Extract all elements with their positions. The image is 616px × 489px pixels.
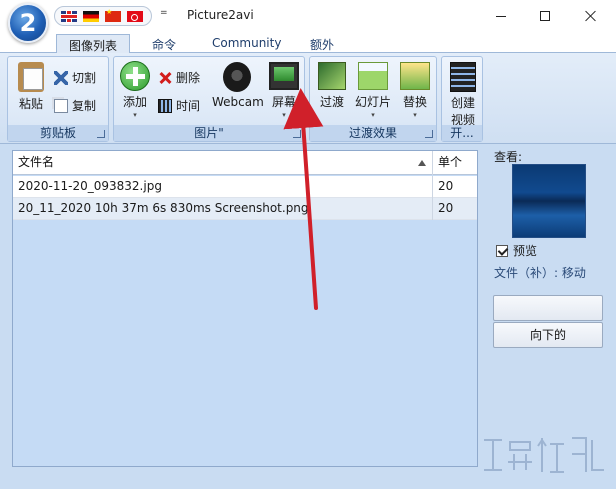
paste-icon xyxy=(18,62,44,92)
paste-label: 粘贴 xyxy=(18,97,43,111)
transition-icon xyxy=(318,62,346,90)
uk-flag-icon[interactable] xyxy=(61,11,77,22)
ribbon: 粘贴 切割 复制 剪贴板 添加 ▾ 删除 时间 Webcam 屏幕 ▾ 图片" … xyxy=(0,53,616,144)
transition-label: 过渡 xyxy=(319,95,344,109)
monitor-icon xyxy=(269,62,299,90)
film-strip-icon xyxy=(450,62,476,92)
table-row[interactable]: 20_11_2020 10h 37m 6s 830ms Screenshot.p… xyxy=(13,198,477,220)
time-button[interactable]: 时间 xyxy=(158,97,200,114)
maximize-icon xyxy=(540,11,550,21)
watermark-logo xyxy=(484,437,604,473)
create-video-button[interactable]: 创建 视频 xyxy=(446,62,480,128)
file-info-text: 文件（补）: 移动 xyxy=(494,266,586,280)
screen-label: 屏幕 xyxy=(271,95,296,109)
ribbon-tabs: 图像列表 命令 Community 额外 xyxy=(0,32,616,53)
slideshow-button[interactable]: 幻灯片 ▾ xyxy=(352,62,394,119)
copy-icon xyxy=(54,98,68,113)
cut-button[interactable]: 切割 xyxy=(54,69,96,86)
webcam-button[interactable]: Webcam xyxy=(212,62,264,109)
quick-access-menu-icon[interactable]: = xyxy=(160,8,168,18)
clipboard-group: 粘贴 切割 复制 剪贴板 xyxy=(7,56,109,142)
chinese-flag-icon[interactable] xyxy=(105,8,121,22)
pictures-group-label: 图片" xyxy=(114,125,304,141)
blank-button[interactable] xyxy=(493,295,603,321)
preview-checkbox[interactable] xyxy=(496,244,508,257)
create-video-label-line1: 创建 xyxy=(450,96,475,110)
preview-thumbnail xyxy=(512,164,586,238)
replace-label: 替换 xyxy=(402,95,427,109)
replace-button[interactable]: 替换 ▾ xyxy=(396,62,434,119)
time-label: 时间 xyxy=(176,99,201,113)
column-filename[interactable]: 文件名 xyxy=(13,151,433,175)
row-count: 20 xyxy=(438,201,454,215)
tab-community[interactable]: Community xyxy=(200,34,293,53)
app-logo-text: 2 xyxy=(19,9,37,37)
column-count[interactable]: 单个 xyxy=(433,151,477,175)
app-menu-orb[interactable]: 2 xyxy=(8,3,48,43)
german-flag-icon[interactable] xyxy=(83,11,99,22)
delete-label: 删除 xyxy=(176,71,201,85)
slideshow-icon xyxy=(358,62,388,90)
replace-icon xyxy=(400,62,430,90)
slideshow-dropdown-icon: ▾ xyxy=(371,111,375,119)
move-down-button[interactable]: 向下的 xyxy=(493,322,603,348)
cut-label: 切割 xyxy=(72,71,97,85)
pictures-group: 添加 ▾ 删除 时间 Webcam 屏幕 ▾ 图片" xyxy=(113,56,305,142)
minimize-button[interactable] xyxy=(478,0,524,32)
file-list-header: 文件名 单个 xyxy=(13,151,477,175)
close-icon xyxy=(585,10,597,22)
film-icon xyxy=(158,98,172,113)
webcam-icon xyxy=(223,62,251,92)
pictures-launcher-icon[interactable] xyxy=(293,130,301,138)
delete-icon xyxy=(158,71,172,85)
transitions-group: 过渡 幻灯片 ▾ 替换 ▾ 过渡效果 xyxy=(309,56,437,142)
paste-button[interactable]: 粘贴 xyxy=(14,62,48,112)
window-title: Picture2avi xyxy=(187,8,254,22)
minimize-icon xyxy=(496,15,506,17)
transitions-launcher-icon[interactable] xyxy=(425,130,433,138)
preview-checkbox-row[interactable]: 预览 xyxy=(496,242,537,259)
copy-button[interactable]: 复制 xyxy=(54,97,96,114)
tab-commands[interactable]: 命令 xyxy=(140,34,188,53)
scissors-icon xyxy=(54,70,68,85)
tab-extras[interactable]: 额外 xyxy=(298,34,346,53)
delete-button[interactable]: 删除 xyxy=(158,69,200,86)
sort-ascending-icon xyxy=(418,160,426,166)
start-group: 创建 视频 开... xyxy=(441,56,483,142)
screen-dropdown-icon: ▾ xyxy=(282,111,286,119)
add-icon xyxy=(120,61,150,91)
clipboard-group-label: 剪贴板 xyxy=(8,125,108,141)
slideshow-label: 幻灯片 xyxy=(354,95,391,109)
file-list[interactable]: 文件名 单个 2020-11-20_093832.jpg 20 20_11_20… xyxy=(12,150,478,467)
table-row[interactable]: 2020-11-20_093832.jpg 20 xyxy=(13,176,477,198)
screen-button[interactable]: 屏幕 ▾ xyxy=(267,62,301,119)
close-button[interactable] xyxy=(568,0,614,32)
tab-image-list[interactable]: 图像列表 xyxy=(56,34,131,53)
add-dropdown-icon: ▾ xyxy=(133,111,137,119)
transition-button[interactable]: 过渡 xyxy=(314,62,350,110)
maximize-button[interactable] xyxy=(522,0,568,32)
row-filename: 20_11_2020 10h 37m 6s 830ms Screenshot.p… xyxy=(13,198,433,220)
start-group-label: 开... xyxy=(442,125,482,141)
language-flags xyxy=(54,6,152,26)
transitions-group-label: 过渡效果 xyxy=(310,125,436,141)
clipboard-launcher-icon[interactable] xyxy=(97,130,105,138)
add-button[interactable]: 添加 ▾ xyxy=(118,61,152,119)
preview-label: 预览 xyxy=(513,244,538,258)
replace-dropdown-icon: ▾ xyxy=(413,111,417,119)
row-count: 20 xyxy=(438,179,454,193)
view-label: 查看: xyxy=(494,150,523,164)
copy-label: 复制 xyxy=(72,99,97,113)
add-label: 添加 xyxy=(122,95,147,109)
title-bar: = Picture2avi xyxy=(0,0,616,32)
turkish-flag-icon[interactable] xyxy=(127,11,143,22)
webcam-label: Webcam xyxy=(212,95,264,109)
row-filename: 2020-11-20_093832.jpg xyxy=(13,176,433,198)
